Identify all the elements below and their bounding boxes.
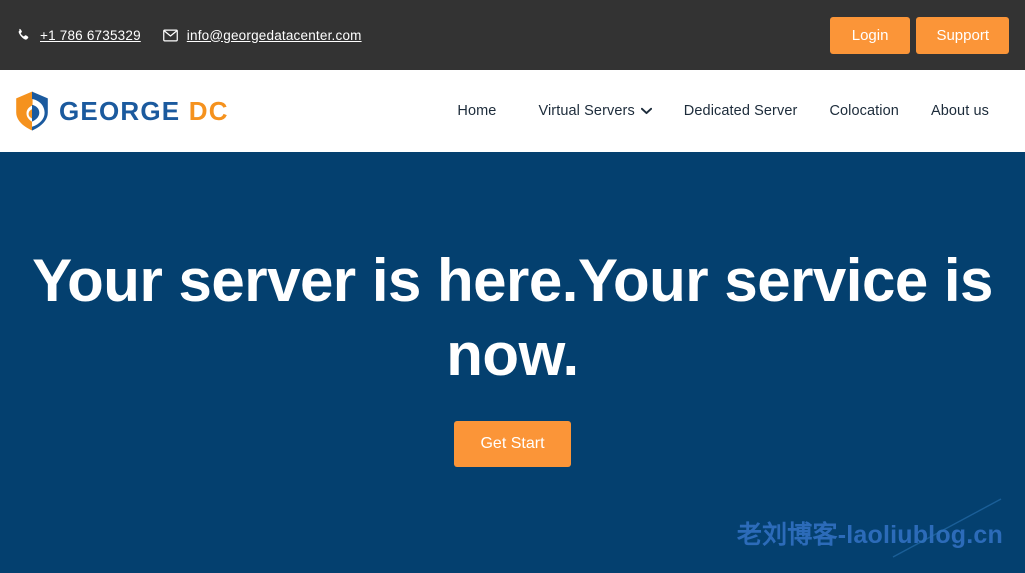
nav-label-dedicated-server: Dedicated Server [683,103,798,119]
nav-label-home: Home [457,103,497,119]
main-navigation: Home Virtual Servers Dedicated Server Co… [447,103,1005,119]
phone-icon [16,28,31,43]
hero-headline: Your server is here.Your service is now. [32,247,993,389]
topbar-action-buttons: Login Support [829,17,1009,54]
get-start-button[interactable]: Get Start [454,420,571,467]
nav-label-colocation: Colocation [829,103,899,119]
email-contact[interactable]: info@georgedatacenter.com [162,27,362,43]
brand-name-secondary: DC [188,96,229,126]
contact-info-group: +1 786 6735329 info@georgedatacenter.com [16,28,362,43]
nav-item-about-us[interactable]: About us [915,103,1005,119]
brand-wordmark: GEORGE DC [59,98,229,124]
nav-item-home[interactable]: Home [447,103,522,119]
watermark-streak-decoration [889,495,1009,565]
phone-number-text: +1 786 6735329 [40,27,141,43]
nav-item-dedicated-server[interactable]: Dedicated Server [668,103,814,119]
nav-item-virtual-servers[interactable]: Virtual Servers [522,103,667,119]
envelope-icon [162,28,178,43]
nav-label-virtual-servers: Virtual Servers [538,103,635,119]
nav-item-colocation[interactable]: Colocation [813,103,915,119]
top-utility-bar: +1 786 6735329 info@georgedatacenter.com… [0,0,1025,70]
chevron-down-icon [640,107,652,115]
hero-cta-wrapper: Get Start [18,420,1007,467]
site-watermark: 老刘博客-laoliublog.cn [736,498,1003,558]
hero-section: Your server is here.Your service is now.… [0,152,1025,573]
phone-contact[interactable]: +1 786 6735329 [16,28,141,43]
hero-content: Your server is here.Your service is now.… [0,244,1025,467]
nav-label-about-us: About us [930,103,989,119]
support-button[interactable]: Support [916,17,1009,54]
brand-name-primary: GEORGE [59,96,181,126]
email-address-text: info@georgedatacenter.com [186,27,362,43]
watermark-text: 老刘博客-laoliublog.cn [736,521,1003,549]
site-header: GEORGE DC Home Virtual Servers Dedicated… [0,70,1025,152]
george-dc-shield-logo [14,91,50,131]
brand-logo-link[interactable]: GEORGE DC [14,91,229,131]
login-button[interactable]: Login [829,17,911,54]
